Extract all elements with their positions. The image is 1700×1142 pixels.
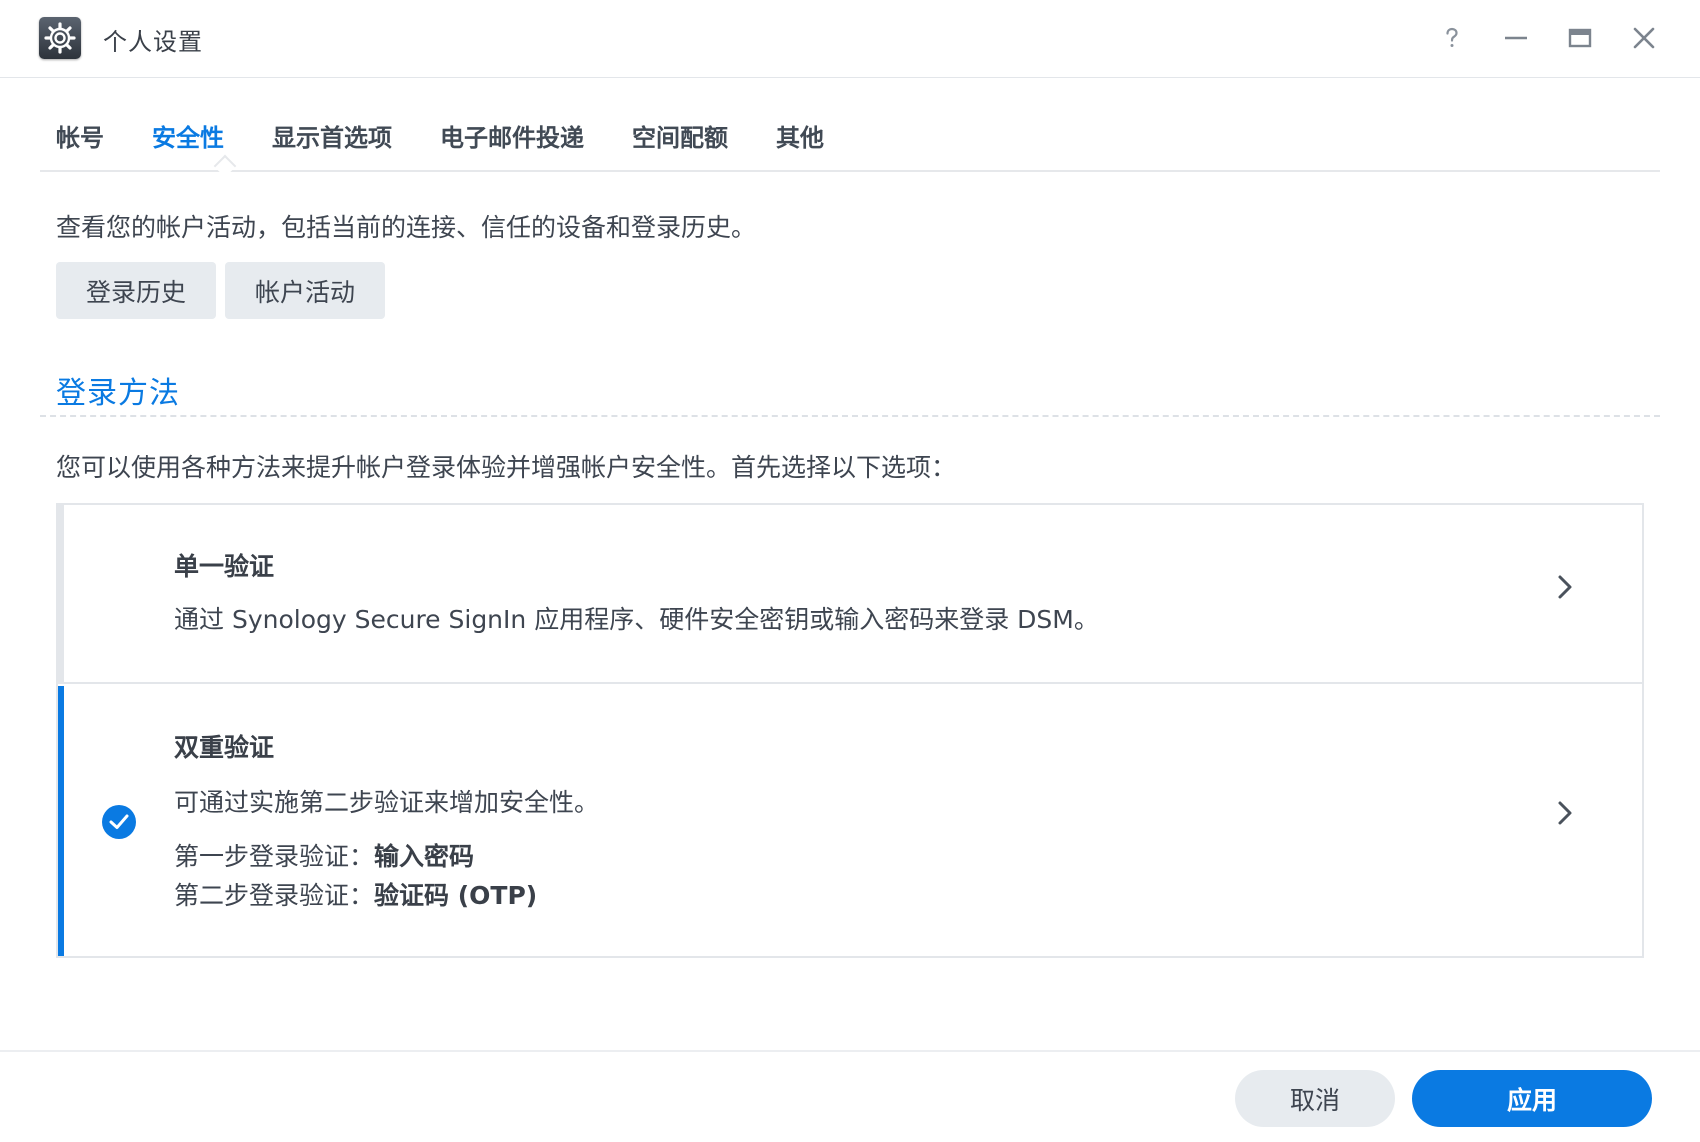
section-divider — [40, 415, 1660, 417]
active-tab-indicator — [213, 154, 237, 178]
step2-label: 第二步登录验证： — [174, 881, 375, 910]
login-history-button[interactable]: 登录历史 — [56, 262, 216, 319]
option-single-verification[interactable]: 单一验证 通过 Synology Secure SignIn 应用程序、硬件安全… — [58, 505, 1642, 684]
personal-settings-window: 个人设置 帐号 安全性 显示首选项 电子邮件投递 空间配额 其他 查看您的帐户活… — [0, 0, 1700, 1142]
footer-bar: 取消 应用 — [0, 1050, 1700, 1142]
account-activity-button[interactable]: 帐户活动 — [225, 262, 385, 319]
apply-button[interactable]: 应用 — [1412, 1070, 1652, 1127]
help-icon — [1446, 27, 1458, 47]
tab-display-preferences[interactable]: 显示首选项 — [272, 118, 392, 153]
option-description: 可通过实施第二步验证来增加安全性。 — [174, 788, 600, 817]
step2-value: 验证码 (OTP) — [374, 881, 538, 910]
login-method-options: 单一验证 通过 Synology Secure SignIn 应用程序、硬件安全… — [56, 503, 1644, 958]
option-two-factor-verification[interactable]: 双重验证 可通过实施第二步验证来增加安全性。 第一步登录验证：输入密码 第二步登… — [58, 686, 1642, 956]
tab-bar: 帐号 安全性 显示首选项 电子邮件投递 空间配额 其他 — [40, 100, 1660, 178]
minimize-icon — [1505, 36, 1527, 40]
option-title: 单一验证 — [174, 552, 275, 581]
tab-others[interactable]: 其他 — [776, 118, 824, 153]
window-title: 个人设置 — [103, 28, 203, 56]
tab-account[interactable]: 帐号 — [56, 118, 104, 153]
first-step-verification: 第一步登录验证：输入密码 — [174, 837, 474, 873]
help-button[interactable] — [1432, 18, 1472, 58]
security-description: 查看您的帐户活动，包括当前的连接、信任的设备和登录历史。 — [56, 213, 757, 242]
selected-check-icon — [102, 805, 136, 839]
tab-quota[interactable]: 空间配额 — [632, 118, 728, 153]
chevron-right-icon — [1558, 801, 1572, 825]
tab-security[interactable]: 安全性 — [152, 118, 224, 153]
maximize-button[interactable] — [1560, 18, 1600, 58]
chevron-right-icon — [1558, 575, 1572, 599]
login-methods-title: 登录方法 — [56, 376, 180, 411]
step1-value: 输入密码 — [374, 842, 475, 871]
maximize-icon — [1568, 28, 1592, 48]
option-description: 通过 Synology Secure SignIn 应用程序、硬件安全密钥或输入… — [174, 605, 1099, 634]
close-button[interactable] — [1624, 18, 1664, 58]
close-icon — [1633, 27, 1655, 49]
cancel-button[interactable]: 取消 — [1235, 1070, 1395, 1127]
login-methods-intro: 您可以使用各种方法来提升帐户登录体验并增强帐户安全性。首先选择以下选项： — [56, 453, 957, 482]
minimize-button[interactable] — [1496, 18, 1536, 58]
gear-icon — [39, 17, 81, 59]
option-title: 双重验证 — [174, 733, 275, 762]
title-bar: 个人设置 — [0, 0, 1700, 78]
tab-email-delivery[interactable]: 电子邮件投递 — [440, 118, 584, 153]
step1-label: 第一步登录验证： — [174, 842, 375, 871]
second-step-verification: 第二步登录验证：验证码 (OTP) — [174, 876, 537, 912]
